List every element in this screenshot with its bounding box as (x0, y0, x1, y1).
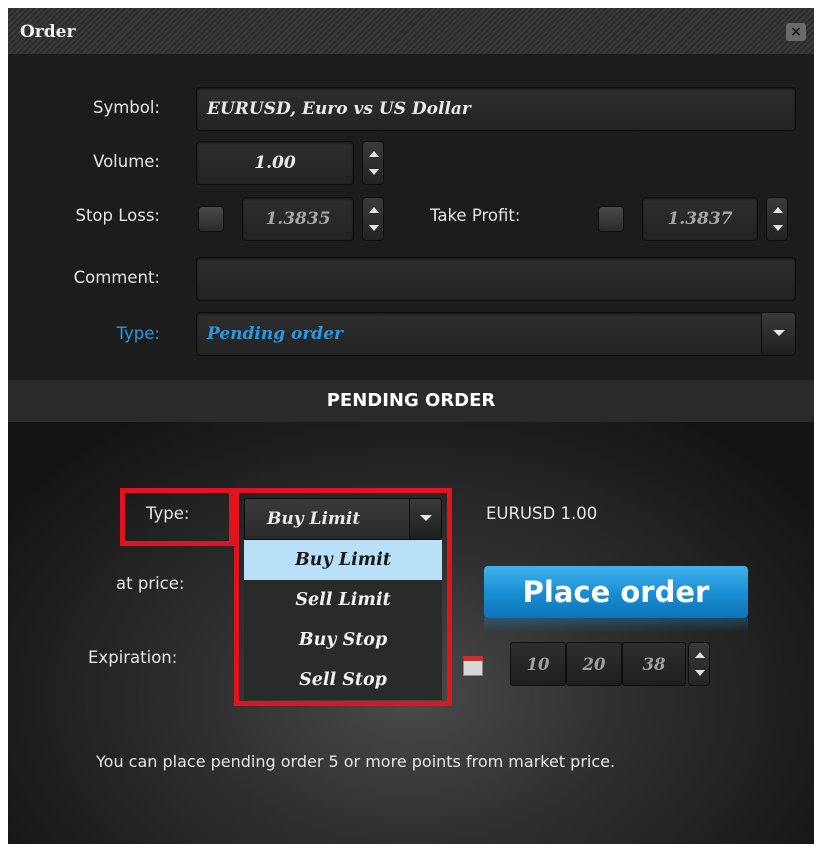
pending-order-title: PENDING ORDER (326, 390, 496, 411)
take-profit-value: 1.3837 (667, 209, 733, 229)
symbol-label: Symbol: (92, 98, 160, 117)
menu-item-buy-limit[interactable]: Buy Limit (244, 540, 442, 580)
spinner-up-icon[interactable] (369, 207, 379, 213)
expiration-label: Expiration: (88, 648, 178, 667)
menu-item-sell-stop[interactable]: Sell Stop (244, 660, 442, 700)
chevron-down-icon[interactable] (761, 313, 795, 355)
spinner-down-icon[interactable] (369, 225, 379, 231)
expiration-minute: 20 (582, 655, 606, 674)
expiration-spinner[interactable] (688, 642, 710, 686)
close-icon[interactable]: × (786, 23, 806, 41)
expiration-second: 38 (642, 655, 666, 674)
pending-type-select[interactable]: Buy Limit (244, 498, 442, 540)
pending-type-label: Type: (146, 504, 190, 523)
take-profit-spinner[interactable] (766, 197, 788, 241)
menu-item-sell-limit[interactable]: Sell Limit (244, 580, 442, 620)
title-bar: Order × (8, 8, 814, 54)
type-label: Type: (116, 324, 160, 343)
stop-loss-checkbox[interactable] (198, 206, 224, 232)
order-type-value: Pending order (207, 324, 343, 344)
expiration-hour: 10 (526, 655, 550, 674)
pending-order-note: You can place pending order 5 or more po… (96, 752, 616, 771)
take-profit-checkbox[interactable] (598, 206, 624, 232)
pending-type-value: Buy Limit (267, 509, 361, 529)
spinner-down-icon[interactable] (695, 670, 705, 676)
place-order-reflection (484, 618, 748, 632)
chevron-down-icon[interactable] (409, 499, 441, 539)
stop-loss-field[interactable]: 1.3835 (242, 197, 354, 241)
order-form: Symbol: EURUSD, Euro vs US Dollar Volume… (8, 54, 814, 380)
calendar-icon-header (463, 656, 483, 661)
place-order-button[interactable]: Place order (484, 566, 748, 618)
order-summary: EURUSD 1.00 (486, 504, 598, 523)
expiration-minute-field[interactable]: 20 (566, 642, 622, 686)
pending-order-header: PENDING ORDER (8, 380, 814, 422)
take-profit-field[interactable]: 1.3837 (642, 197, 758, 241)
comment-label: Comment: (73, 268, 160, 287)
spinner-up-icon[interactable] (369, 151, 379, 157)
stop-loss-value: 1.3835 (265, 209, 331, 229)
volume-field[interactable]: 1.00 (196, 141, 354, 185)
stop-loss-spinner[interactable] (362, 197, 384, 241)
spinner-up-icon[interactable] (695, 652, 705, 658)
window-title: Order (20, 22, 76, 42)
spinner-up-icon[interactable] (773, 207, 783, 213)
take-profit-label: Take Profit: (430, 206, 521, 225)
at-price-label: at price: (116, 574, 185, 593)
comment-field[interactable] (196, 257, 796, 301)
volume-spinner[interactable] (362, 141, 384, 185)
pending-type-menu: Buy Limit Sell Limit Buy Stop Sell Stop (244, 540, 442, 700)
spinner-down-icon[interactable] (369, 169, 379, 175)
volume-value: 1.00 (254, 153, 296, 173)
order-type-select[interactable]: Pending order (196, 312, 796, 356)
expiration-hour-field[interactable]: 10 (510, 642, 566, 686)
stop-loss-label: Stop Loss: (75, 206, 160, 225)
volume-label: Volume: (93, 152, 160, 171)
spinner-down-icon[interactable] (773, 225, 783, 231)
order-window: Order × Symbol: EURUSD, Euro vs US Dolla… (8, 8, 814, 844)
expiration-second-field[interactable]: 38 (622, 642, 686, 686)
symbol-field[interactable]: EURUSD, Euro vs US Dollar (196, 87, 796, 131)
symbol-value: EURUSD, Euro vs US Dollar (207, 99, 471, 119)
menu-item-buy-stop[interactable]: Buy Stop (244, 620, 442, 660)
